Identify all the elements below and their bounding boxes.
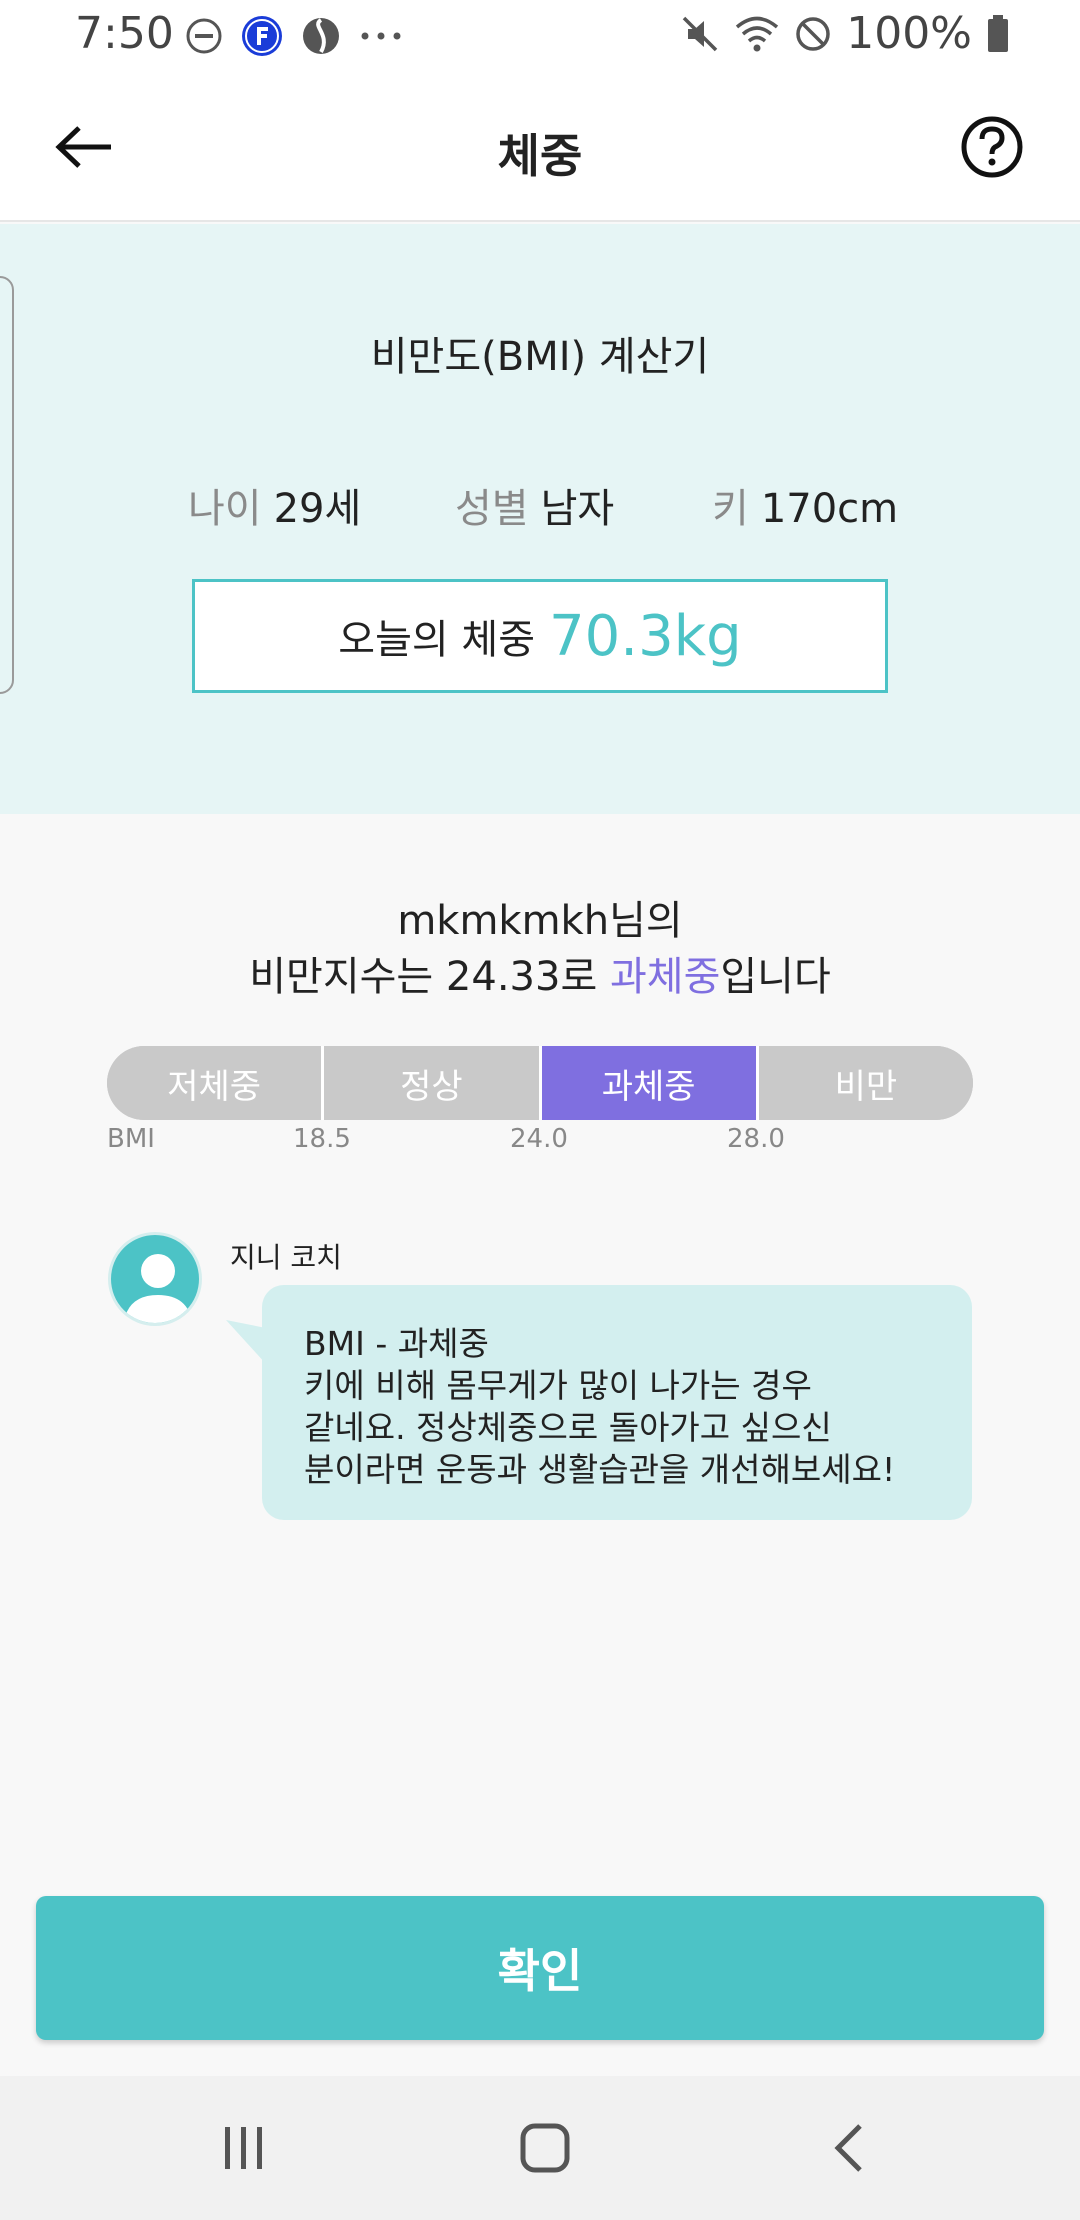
back-nav-button[interactable] [820,2118,880,2178]
coach-name: 지니 코치 [230,1241,342,1274]
today-weight-value: 70.3kg [549,603,742,669]
bmi-scale-ticks: BMI 18.5 24.0 28.0 [0,1124,1080,1164]
age-value: 29세 [273,486,362,532]
result-bmi-line: 비만지수는 24.33로 과체중입니다 [0,944,1080,1002]
bmi-info-section: 비만도(BMI) 계산기 나이 29세 성별 남자 키 170cm 오늘의 체중… [0,224,1080,814]
help-button[interactable] [959,114,1025,180]
bmi-tick-28-0: 28.0 [727,1124,785,1154]
status-time: 7:50 [75,8,174,59]
bmi-tick-24-0: 24.0 [510,1124,568,1154]
home-button[interactable] [515,2118,575,2178]
bmi-tick-label: BMI [107,1124,155,1154]
home-icon [520,2123,570,2173]
height-stat: 키 170cm [712,476,898,534]
recent-apps-button[interactable] [214,2118,274,2178]
gender-value: 남자 [540,486,615,532]
dnd-icon [186,18,222,54]
battery-icon [988,14,1008,52]
person-icon [123,1254,193,1323]
calculator-title: 비만도(BMI) 계산기 [370,334,710,380]
bmi-tick-18-5: 18.5 [293,1124,351,1154]
status-bar: 7:50 100% [0,0,1080,72]
age-stat: 나이 29세 [188,476,361,534]
status-left-icons [185,14,403,58]
bmi-segment-obese: 비만 [758,1046,973,1120]
chevron-left-icon [834,2124,862,2172]
age-label: 나이 [188,486,262,532]
coach-message-line: 키에 비해 몸무게가 많이 나가는 경우 [304,1366,812,1405]
result-prefix: 비만지수는 24.33로 [249,954,610,1000]
coach-avatar [108,1232,202,1326]
more-dots-icon [361,32,401,40]
bmi-segment-normal: 정상 [324,1046,542,1120]
today-weight-box: 오늘의 체중 70.3kg [192,579,888,693]
question-circle-icon [961,116,1023,178]
wifi-icon [736,16,779,51]
battery-percent: 100% [846,8,972,59]
bmi-segment-underweight: 저체중 [107,1046,325,1120]
mute-icon [682,16,718,51]
result-category: 과체중 [609,954,721,1000]
confirm-button[interactable]: 확인 [36,1896,1044,2040]
recent-apps-icon [225,2127,262,2169]
bmi-scale-bar: 저체중 정상 과체중 비만 [107,1046,973,1120]
today-weight-label: 오늘의 체중 [338,617,536,663]
height-label: 키 [712,486,749,532]
height-value: 170cm [760,486,899,532]
s-app-icon [303,18,339,54]
gender-label: 성별 [455,486,529,532]
status-right-icons: 100% [680,8,1010,59]
f-app-icon [242,16,282,56]
result-suffix: 입니다 [720,954,831,1000]
system-nav-bar [0,2076,1080,2220]
coach-message-line: 같네요. 정상체중으로 돌아가고 싶으신 [304,1408,832,1447]
blocked-icon [796,16,830,51]
result-username-line: mkmkmkh님의 [397,898,683,944]
gender-stat: 성별 남자 [455,476,614,534]
bubble-tail [226,1320,266,1364]
coach-message-bubble: BMI - 과체중 키에 비해 몸무게가 많이 나가는 경우 같네요. 정상체중… [262,1285,972,1520]
coach-message-line: BMI - 과체중 [304,1324,489,1363]
bmi-segment-overweight: 과체중 [541,1046,759,1120]
page-title: 체중 [497,129,583,183]
app-bar: 체중 [0,72,1080,222]
coach-message-line: 분이라면 운동과 생활습관을 개선해보세요! [304,1450,896,1489]
